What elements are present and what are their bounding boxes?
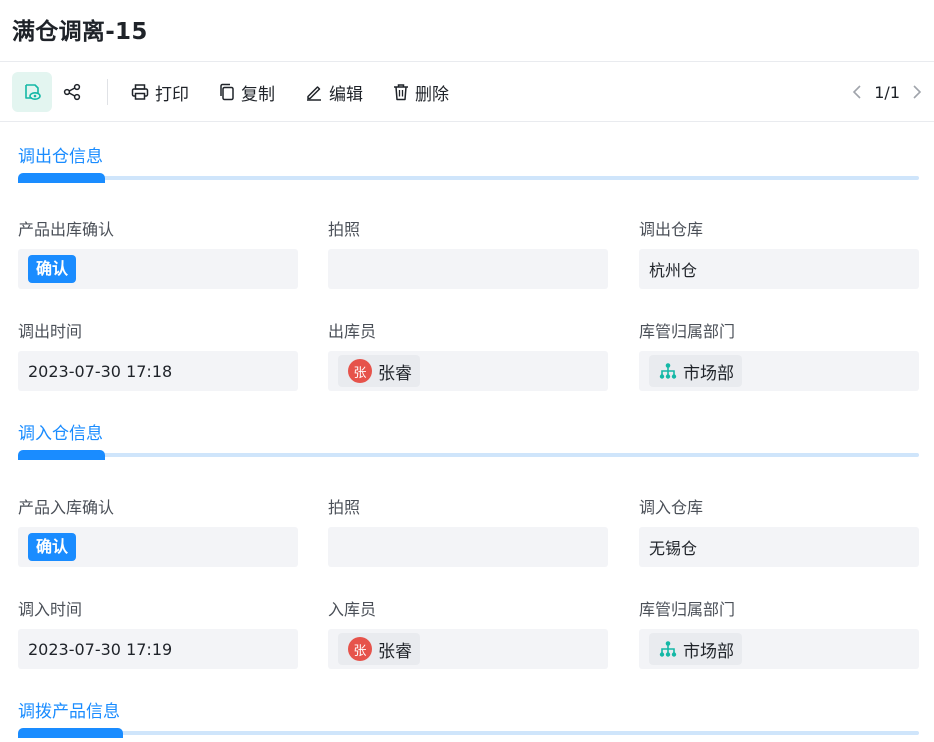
avatar: 张: [348, 359, 372, 383]
in-warehouse-field: 调入仓库 无锡仓: [639, 497, 919, 567]
out-section-title: 调出仓信息: [18, 147, 103, 167]
out-confirm-field: 产品出库确认 确认: [18, 219, 298, 289]
field-value: 确认: [18, 249, 298, 289]
in-time-field: 调入时间 2023-07-30 17:19: [18, 599, 298, 669]
field-label: 调入仓库: [639, 498, 704, 517]
print-button[interactable]: 打印: [131, 80, 189, 105]
delete-label: 删除: [415, 84, 449, 105]
copy-button[interactable]: 复制: [219, 80, 275, 105]
avatar: 张: [348, 637, 372, 661]
copy-label: 复制: [241, 84, 275, 105]
title-bar: 满仓调离-15: [0, 0, 934, 62]
dept-name: 市场部: [683, 363, 734, 384]
field-label: 拍照: [328, 498, 361, 517]
share-icon: [63, 83, 81, 101]
field-label: 调出仓库: [639, 220, 704, 239]
in-clerk-field: 入库员 张 张睿: [328, 599, 608, 669]
out-photo-field: 拍照: [328, 219, 608, 289]
section-accent: [18, 450, 105, 460]
in-confirm-field: 产品入库确认 确认: [18, 497, 298, 567]
field-label: 调出时间: [18, 322, 83, 341]
section-accent: [18, 728, 123, 738]
field-value: 张 张睿: [328, 629, 608, 669]
edit-icon: [307, 86, 321, 101]
photo-box[interactable]: [328, 249, 608, 289]
out-warehouse-field: 调出仓库 杭州仓: [639, 219, 919, 289]
out-time-field: 调出时间 2023-07-30 17:18: [18, 321, 298, 391]
confirm-tag: 确认: [28, 255, 77, 283]
user-name: 张睿: [378, 641, 412, 662]
product-section-header: 调拨产品信息: [18, 701, 919, 738]
pager: 1/1: [852, 80, 922, 104]
printer-icon: [131, 84, 149, 100]
field-value: 2023-07-30 17:19: [18, 629, 298, 669]
in-section-title: 调入仓信息: [18, 424, 103, 444]
delete-button[interactable]: 删除: [393, 80, 449, 105]
toolbar: 打印 复制 编辑 删除 1/1: [0, 62, 934, 122]
org-tree-icon: [659, 363, 677, 379]
in-section-header: 调入仓信息: [18, 423, 919, 460]
share-button[interactable]: [52, 72, 92, 112]
edit-label: 编辑: [329, 84, 363, 105]
photo-box[interactable]: [328, 527, 608, 567]
page-title: 满仓调离-15: [12, 19, 148, 45]
out-section-header: 调出仓信息: [18, 146, 919, 183]
copy-icon: [220, 83, 234, 101]
out-clerk-field: 出库员 张 张睿: [328, 321, 608, 391]
product-section-title: 调拨产品信息: [18, 702, 120, 722]
field-label: 库管归属部门: [639, 600, 736, 619]
section-divider: [18, 450, 919, 460]
page-indicator: 1/1: [874, 82, 900, 102]
in-dept-field: 库管归属部门 市场部: [639, 599, 919, 669]
view-button[interactable]: [12, 72, 52, 112]
field-label: 入库员: [328, 600, 377, 619]
edit-button[interactable]: 编辑: [305, 80, 363, 105]
trash-icon: [394, 84, 408, 101]
org-tree-icon: [659, 641, 677, 657]
section-divider: [18, 173, 919, 183]
field-value: 无锡仓: [639, 527, 919, 567]
field-label: 库管归属部门: [639, 322, 736, 341]
field-value: 2023-07-30 17:18: [18, 351, 298, 391]
field-value: 张 张睿: [328, 351, 608, 391]
chevron-right-icon: [913, 85, 922, 99]
field-label: 产品出库确认: [18, 220, 115, 239]
user-chip[interactable]: 张 张睿: [338, 633, 420, 665]
in-photo-field: 拍照: [328, 497, 608, 567]
out-dept-field: 库管归属部门 市场部: [639, 321, 919, 391]
dept-chip[interactable]: 市场部: [649, 633, 742, 665]
field-label: 调入时间: [18, 600, 83, 619]
user-name: 张睿: [378, 363, 412, 384]
print-label: 打印: [155, 84, 189, 105]
field-value: 确认: [18, 527, 298, 567]
field-label: 产品入库确认: [18, 498, 115, 517]
chevron-left-icon: [853, 85, 861, 99]
field-value: 杭州仓: [639, 249, 919, 289]
next-page-button[interactable]: [912, 84, 922, 100]
confirm-tag: 确认: [28, 533, 77, 561]
user-chip[interactable]: 张 张睿: [338, 355, 420, 387]
dept-name: 市场部: [683, 641, 734, 662]
field-value: 市场部: [639, 351, 919, 391]
field-label: 拍照: [328, 220, 361, 239]
prev-page-button[interactable]: [852, 84, 862, 100]
field-value: 市场部: [639, 629, 919, 669]
section-accent: [18, 173, 105, 183]
view-icon: [25, 84, 41, 101]
toolbar-divider: [107, 79, 108, 105]
dept-chip[interactable]: 市场部: [649, 355, 742, 387]
field-label: 出库员: [328, 322, 377, 341]
section-divider: [18, 728, 919, 738]
